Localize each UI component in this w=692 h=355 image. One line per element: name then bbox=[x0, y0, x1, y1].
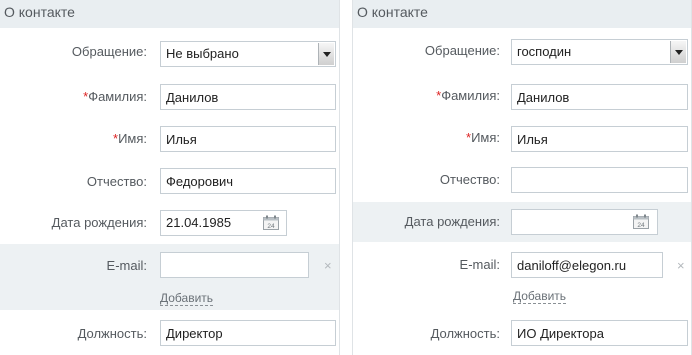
contact-panel-left: О контакте Обращение: Не выбрано *Фамили… bbox=[0, 0, 340, 355]
last-name-input[interactable] bbox=[160, 84, 336, 110]
email-input[interactable] bbox=[511, 252, 663, 278]
salutation-select[interactable]: господин bbox=[511, 39, 688, 65]
calendar-icon[interactable]: 24 bbox=[633, 214, 649, 229]
salutation-select[interactable]: Не выбрано bbox=[160, 41, 336, 67]
last-name-label: *Фамилия: bbox=[0, 89, 147, 104]
email-input[interactable] bbox=[160, 252, 309, 278]
last-name-label-text: Фамилия: bbox=[441, 88, 500, 103]
last-name-input[interactable] bbox=[511, 84, 688, 110]
position-label: Должность: bbox=[77, 326, 147, 341]
middle-name-input[interactable] bbox=[511, 167, 688, 193]
middle-name-label: Отчество: bbox=[86, 174, 147, 189]
close-icon[interactable]: × bbox=[324, 258, 332, 273]
panel-title: О контакте bbox=[357, 4, 428, 20]
email-label: E-mail: bbox=[459, 257, 500, 272]
salutation-label: Обращение: bbox=[424, 43, 500, 58]
panel-header: О контакте bbox=[353, 0, 691, 28]
add-email-link[interactable]: Добавить bbox=[513, 289, 567, 304]
last-name-label: *Фамилия: bbox=[353, 88, 500, 103]
panel-header: О контакте bbox=[0, 0, 339, 28]
position-input[interactable] bbox=[160, 320, 336, 346]
calendar-icon[interactable]: 24 bbox=[263, 215, 279, 230]
first-name-label: *Имя: bbox=[353, 130, 500, 145]
add-email-link[interactable]: Добавить bbox=[160, 291, 214, 306]
chevron-down-icon[interactable] bbox=[318, 43, 334, 65]
close-icon[interactable]: × bbox=[677, 258, 685, 273]
panel-title: О контакте bbox=[4, 4, 75, 20]
calendar-day: 24 bbox=[267, 223, 275, 230]
position-input[interactable] bbox=[511, 320, 688, 346]
first-name-label: *Имя: bbox=[0, 131, 147, 146]
first-name-input[interactable] bbox=[160, 126, 336, 152]
first-name-label-text: Имя: bbox=[118, 131, 147, 146]
chevron-down-icon[interactable] bbox=[670, 41, 686, 63]
birth-date-label: Дата рождения: bbox=[51, 215, 147, 230]
first-name-input[interactable] bbox=[511, 126, 688, 152]
calendar-day: 24 bbox=[637, 222, 645, 229]
birth-date-value: 21.04.1985 bbox=[166, 215, 232, 230]
email-label: E-mail: bbox=[106, 258, 147, 273]
position-label: Должность: bbox=[430, 326, 500, 341]
last-name-label-text: Фамилия: bbox=[88, 89, 147, 104]
first-name-label-text: Имя: bbox=[471, 130, 500, 145]
contact-panel-right: О контакте Обращение: господин *Фамилия:… bbox=[352, 0, 692, 355]
salutation-value: господин bbox=[517, 44, 572, 59]
middle-name-input[interactable] bbox=[160, 168, 336, 194]
birth-date-label: Дата рождения: bbox=[404, 214, 500, 229]
salutation-label: Обращение: bbox=[71, 44, 147, 59]
middle-name-label: Отчество: bbox=[439, 172, 500, 187]
salutation-value: Не выбрано bbox=[166, 46, 239, 61]
